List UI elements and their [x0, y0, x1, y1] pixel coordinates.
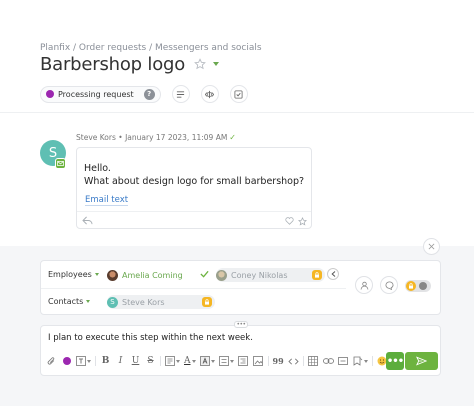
- send-button[interactable]: [405, 352, 438, 370]
- reply-icon[interactable]: [82, 216, 93, 225]
- title-menu-chevron-down-icon[interactable]: [213, 62, 220, 66]
- quote-button[interactable]: 99: [273, 354, 284, 368]
- list-icon: [177, 90, 185, 98]
- split-icon: [205, 90, 215, 98]
- toolbar-separator: [160, 356, 161, 366]
- page-title: Barbershop logo: [40, 53, 186, 75]
- employee-avatar: [216, 269, 227, 281]
- private-comment-toggle[interactable]: [405, 280, 431, 292]
- status-label: Processing request: [58, 89, 134, 99]
- italic-button[interactable]: I: [115, 354, 126, 368]
- breadcrumb[interactable]: Planfix / Order requests / Messengers an…: [40, 43, 262, 53]
- meta-separator: •: [115, 133, 126, 142]
- split-view-button[interactable]: [200, 85, 219, 103]
- editor-text[interactable]: I plan to execute this step within the n…: [48, 333, 253, 343]
- checklist-button[interactable]: [229, 85, 248, 103]
- contacts-dropdown[interactable]: Contacts: [48, 297, 91, 306]
- task-toolbar: Processing request ?: [40, 85, 248, 103]
- email-channel-icon: [55, 158, 66, 169]
- list-view-button[interactable]: [171, 85, 190, 103]
- card-divider: [77, 211, 311, 212]
- message-line-1: Hello.: [84, 163, 111, 174]
- like-heart-icon[interactable]: [285, 217, 294, 225]
- participants-panel: Employees Amelia Coming Coney Nikolas Co…: [40, 260, 441, 315]
- message-meta: Steve Kors • January 17 2023, 11:09 AM ✓: [76, 133, 236, 142]
- lock-icon: [406, 281, 416, 291]
- message-author[interactable]: Steve Kors: [76, 133, 116, 142]
- employee-name: Coney Nikolas: [231, 270, 288, 280]
- toolbar-separator: [267, 356, 269, 366]
- text-color-dot-button[interactable]: [61, 354, 72, 368]
- email-text-link[interactable]: Email text: [85, 195, 129, 206]
- attach-icon[interactable]: [46, 354, 57, 368]
- checklist-icon: [234, 89, 243, 99]
- formatting-toolbar: B I U S A 99: [46, 354, 407, 368]
- message-line-2: What about design logo for small barbers…: [84, 176, 305, 187]
- table-button[interactable]: [308, 354, 319, 368]
- notified-check-icon: [200, 270, 209, 278]
- add-person-button[interactable]: [355, 276, 373, 294]
- contacts-label: Contacts: [48, 297, 84, 306]
- anchor-button[interactable]: [338, 354, 349, 368]
- comment-editor[interactable]: ••• I plan to execute this step within t…: [40, 321, 441, 376]
- employee-chip-disabled[interactable]: Coney Nikolas: [216, 268, 325, 282]
- bold-button[interactable]: B: [100, 354, 111, 368]
- message-star-icon[interactable]: [298, 217, 307, 226]
- paragraph-button[interactable]: [165, 354, 180, 368]
- underline-button[interactable]: U: [130, 354, 141, 368]
- font-color-button[interactable]: A: [184, 354, 196, 368]
- employee-avatar: [107, 269, 118, 281]
- favorite-star-icon[interactable]: [194, 58, 206, 70]
- close-composer-button[interactable]: [423, 238, 440, 255]
- status-dropdown[interactable]: Processing request ?: [40, 85, 161, 103]
- link-button[interactable]: [322, 354, 334, 368]
- message-datetime: January 17 2023, 11:09 AM: [125, 133, 228, 142]
- help-icon[interactable]: ?: [143, 88, 155, 100]
- bookmark-button[interactable]: [353, 354, 368, 368]
- chevron-left-icon: [330, 271, 335, 277]
- employee-chip-active[interactable]: Amelia Coming: [107, 268, 183, 282]
- toolbar-separator: [371, 356, 373, 366]
- code-button[interactable]: [288, 354, 299, 368]
- strikethrough-button[interactable]: S: [145, 354, 156, 368]
- image-button[interactable]: [253, 354, 264, 368]
- employee-name: Amelia Coming: [122, 270, 183, 280]
- lock-icon: [312, 270, 322, 280]
- resize-handle[interactable]: •••: [234, 321, 248, 328]
- toolbar-separator: [302, 356, 304, 366]
- chat-bubble-icon: [385, 280, 394, 290]
- chevron-down-icon: [86, 300, 91, 303]
- header-divider: [0, 112, 474, 113]
- contact-chip-disabled[interactable]: S Steve Kors: [107, 295, 215, 309]
- employees-label: Employees: [48, 270, 92, 279]
- delivered-check-icon: ✓: [229, 133, 236, 142]
- more-actions-button[interactable]: •••: [386, 352, 404, 370]
- comment-visibility-button[interactable]: [380, 276, 398, 294]
- text-style-button[interactable]: [76, 354, 91, 368]
- list-button[interactable]: [218, 354, 234, 368]
- contact-name: Steve Kors: [122, 297, 165, 307]
- indent-button[interactable]: [238, 354, 249, 368]
- title-row: Barbershop logo: [40, 53, 220, 75]
- chevron-down-icon: [94, 273, 99, 276]
- collapse-employees-button[interactable]: [327, 268, 339, 280]
- close-icon: [428, 243, 435, 250]
- toggle-thumb: [419, 282, 427, 290]
- toolbar-separator: [95, 356, 96, 366]
- send-icon: [416, 356, 427, 366]
- employees-dropdown[interactable]: Employees: [48, 270, 99, 279]
- person-icon: [360, 281, 368, 290]
- font-color-letter: A: [184, 356, 191, 366]
- lock-icon: [202, 297, 212, 307]
- contact-avatar: S: [107, 296, 118, 308]
- message-card: Hello. What about design logo for small …: [76, 147, 312, 229]
- participants-divider: [41, 288, 346, 289]
- status-color-dot: [46, 90, 54, 98]
- highlight-button[interactable]: [199, 354, 215, 368]
